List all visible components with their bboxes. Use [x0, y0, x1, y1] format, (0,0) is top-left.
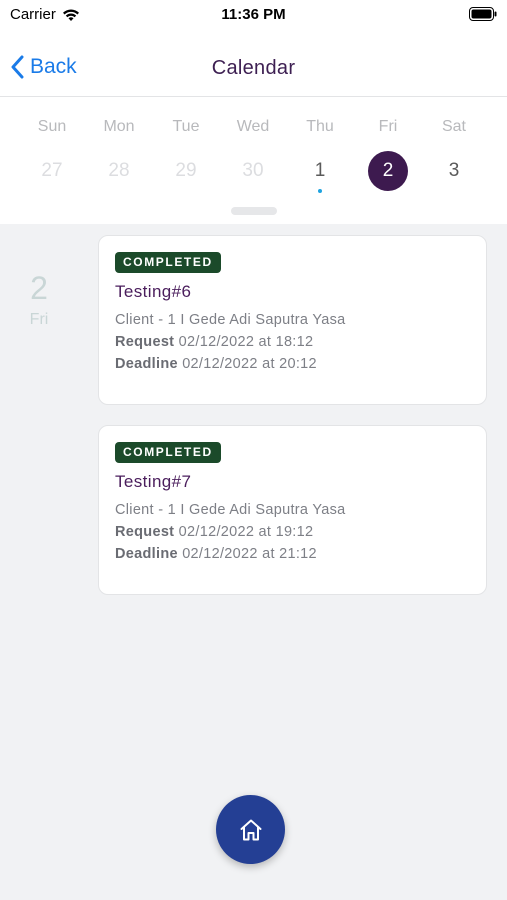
day-name: Sat — [441, 118, 466, 135]
home-icon — [240, 819, 261, 840]
request-label: Request — [115, 334, 175, 350]
day-number[interactable]: 30 — [233, 151, 273, 191]
task-deadline: Deadline 02/12/2022 at 21:12 — [115, 546, 317, 562]
status-badge: COMPLETED — [115, 442, 221, 463]
day-number[interactable]: 27 — [32, 151, 72, 191]
day-number[interactable]: 29 — [166, 151, 206, 191]
day-name: Wed — [236, 118, 270, 135]
status-time: 11:36 PM — [221, 6, 286, 23]
home-button[interactable] — [216, 795, 285, 864]
day-name: Mon — [103, 118, 135, 135]
status-bar: Carrier 11:36 PM — [0, 0, 507, 30]
selected-date-day: Fri — [29, 311, 49, 328]
request-value: 02/12/2022 at 19:12 — [178, 524, 314, 540]
day-name: Fri — [378, 118, 398, 135]
day-number[interactable]: 3 — [434, 151, 474, 191]
day-number[interactable]: 1 — [300, 151, 340, 191]
task-client: Client - 1 I Gede Adi Saputra Yasa — [115, 502, 346, 518]
selected-date-label: 2 Fri — [0, 270, 78, 329]
request-label: Request — [115, 524, 175, 540]
task-title: Testing#7 — [115, 472, 192, 491]
day-number[interactable]: 28 — [99, 151, 139, 191]
selected-date-number: 2 — [30, 270, 48, 306]
deadline-value: 02/12/2022 at 20:12 — [182, 356, 317, 372]
day-name: Thu — [306, 118, 334, 135]
drag-handle[interactable] — [231, 207, 277, 215]
task-title: Testing#6 — [115, 282, 192, 301]
event-indicator-dot — [318, 189, 322, 193]
day-name: Tue — [172, 118, 200, 135]
week-strip: Sun 27 Mon 28 Tue 29 Wed 30 Thu 1 Fri 2 … — [0, 97, 507, 224]
page-title: Calendar — [211, 57, 296, 79]
day-number-selected[interactable]: 2 — [368, 151, 408, 191]
task-client: Client - 1 I Gede Adi Saputra Yasa — [115, 312, 346, 328]
request-value: 02/12/2022 at 18:12 — [178, 334, 314, 350]
task-deadline: Deadline 02/12/2022 at 20:12 — [115, 356, 317, 372]
status-badge: COMPLETED — [115, 252, 221, 273]
task-request: Request 02/12/2022 at 19:12 — [115, 524, 313, 540]
battery-icon — [469, 7, 497, 21]
task-card[interactable]: COMPLETED Testing#7 Client - 1 I Gede Ad… — [98, 425, 487, 595]
deadline-label: Deadline — [115, 356, 178, 372]
deadline-label: Deadline — [115, 546, 178, 562]
day-name: Sun — [37, 118, 67, 135]
navigation-bar: Back Calendar — [0, 30, 507, 97]
task-card[interactable]: COMPLETED Testing#6 Client - 1 I Gede Ad… — [98, 235, 487, 405]
deadline-value: 02/12/2022 at 21:12 — [182, 546, 317, 562]
task-request: Request 02/12/2022 at 18:12 — [115, 334, 313, 350]
